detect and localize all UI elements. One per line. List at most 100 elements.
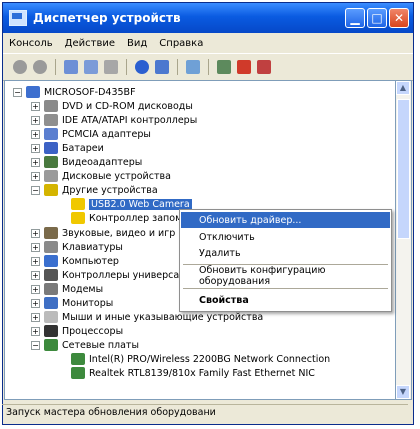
status-text: Запуск мастера обновления оборудовани bbox=[6, 407, 216, 418]
keyboard-icon bbox=[44, 241, 58, 253]
tree-device[interactable]: Контроллер запом bbox=[71, 211, 182, 225]
collapse-icon[interactable]: − bbox=[31, 340, 40, 350]
expand-icon[interactable]: + bbox=[31, 101, 40, 111]
tree-category[interactable]: + Модемы bbox=[31, 282, 103, 296]
help-icon[interactable] bbox=[135, 60, 149, 74]
expand-icon[interactable]: + bbox=[31, 242, 40, 252]
menu-uninstall[interactable]: Удалить bbox=[181, 245, 390, 261]
tree-category[interactable]: + IDE ATA/ATAPI контроллеры bbox=[31, 113, 197, 127]
menu-scan-hardware[interactable]: Обновить конфигурацию оборудования bbox=[181, 265, 390, 287]
tree-item-label: Другие устройства bbox=[62, 184, 158, 196]
toolbar-separator bbox=[208, 59, 209, 75]
tree-category[interactable]: + Мониторы bbox=[31, 296, 113, 310]
disk-drive-icon bbox=[44, 170, 58, 182]
toolbar-separator bbox=[126, 59, 127, 75]
tree-item-label: Intel(R) PRO/Wireless 2200BG Network Con… bbox=[89, 353, 331, 365]
processor-icon bbox=[44, 325, 58, 337]
network-icon bbox=[44, 339, 58, 351]
tree-category[interactable]: + Процессоры bbox=[31, 324, 123, 338]
expand-icon[interactable]: + bbox=[31, 129, 40, 139]
tree-item-label: Батареи bbox=[62, 142, 104, 154]
title-bar[interactable]: Диспетчер устройств ▁ □ ✕ bbox=[3, 3, 413, 33]
tree-root[interactable]: − MICROSOF-D435BF bbox=[13, 85, 136, 99]
scroll-up-button[interactable]: ▲ bbox=[396, 81, 410, 95]
tree-category[interactable]: + Видеоадаптеры bbox=[31, 155, 142, 169]
minimize-button[interactable]: ▁ bbox=[345, 8, 365, 28]
tree-item-label: Дисковые устройства bbox=[62, 170, 171, 182]
scan-hardware-icon[interactable] bbox=[186, 60, 200, 74]
computer-icon bbox=[44, 255, 58, 267]
forward-icon[interactable] bbox=[33, 60, 47, 74]
tree-device[interactable]: USB2.0 Web Camera bbox=[71, 197, 192, 211]
menu-view[interactable]: Вид bbox=[127, 38, 147, 49]
collapse-icon[interactable]: − bbox=[31, 185, 40, 195]
expand-icon[interactable]: + bbox=[31, 115, 40, 125]
expand-icon[interactable]: + bbox=[31, 256, 40, 266]
modem-icon bbox=[44, 283, 58, 295]
scroll-down-button[interactable]: ▼ bbox=[396, 385, 410, 399]
tree-category[interactable]: + Мыши и иные указывающие устройства bbox=[31, 310, 263, 324]
context-menu: Обновить драйвер... Отключить Удалить Об… bbox=[179, 209, 392, 312]
unknown-device-icon bbox=[44, 184, 58, 196]
tree-device[interactable]: Realtek RTL8139/810x Family Fast Etherne… bbox=[71, 366, 315, 380]
properties-icon[interactable] bbox=[84, 60, 98, 74]
expand-icon[interactable]: + bbox=[31, 298, 40, 308]
tree-category[interactable]: − Сетевые платы bbox=[31, 338, 139, 352]
maximize-button[interactable]: □ bbox=[367, 8, 387, 28]
collapse-icon[interactable]: − bbox=[13, 87, 22, 97]
tree-item-label: Видеоадаптеры bbox=[62, 156, 143, 168]
view-icon[interactable] bbox=[155, 60, 169, 74]
expand-icon[interactable]: + bbox=[31, 326, 40, 336]
menu-help[interactable]: Справка bbox=[159, 38, 203, 49]
toolbar bbox=[3, 53, 413, 81]
uninstall-icon[interactable] bbox=[237, 60, 251, 74]
expand-icon[interactable]: + bbox=[31, 143, 40, 153]
menu-console[interactable]: Консоль bbox=[9, 38, 53, 49]
expand-icon[interactable]: + bbox=[31, 228, 40, 238]
network-card-icon bbox=[71, 353, 85, 365]
tree-category[interactable]: + Клавиатуры bbox=[31, 240, 123, 254]
disable-icon[interactable] bbox=[257, 60, 271, 74]
toolbar-separator bbox=[55, 59, 56, 75]
expand-icon[interactable]: + bbox=[31, 270, 40, 280]
tree-item-label: PCMCIA адаптеры bbox=[62, 128, 151, 140]
menu-update-driver[interactable]: Обновить драйвер... bbox=[181, 212, 390, 228]
expand-icon[interactable]: + bbox=[31, 157, 40, 167]
back-icon[interactable] bbox=[13, 60, 27, 74]
device-manager-icon bbox=[9, 10, 27, 26]
maximize-icon: □ bbox=[371, 11, 383, 25]
tree-category[interactable]: + Батареи bbox=[31, 141, 104, 155]
tree-item-label: Realtek RTL8139/810x Family Fast Etherne… bbox=[89, 367, 315, 379]
tree-item-label: USB2.0 Web Camera bbox=[89, 198, 192, 210]
menu-disable[interactable]: Отключить bbox=[181, 229, 390, 245]
expand-icon[interactable]: + bbox=[31, 312, 40, 322]
mouse-icon bbox=[44, 311, 58, 323]
tree-item-label: IDE ATA/ATAPI контроллеры bbox=[62, 114, 198, 126]
menu-action[interactable]: Действие bbox=[65, 38, 115, 49]
tree-root-label: MICROSOF-D435BF bbox=[44, 86, 136, 98]
scroll-thumb[interactable] bbox=[397, 99, 410, 239]
tree-item-label: Модемы bbox=[62, 283, 104, 295]
tree-item-label: Сетевые платы bbox=[62, 339, 139, 351]
battery-icon bbox=[44, 142, 58, 154]
tree-category[interactable]: + Компьютер bbox=[31, 254, 119, 268]
tree-category[interactable]: + Дисковые устройства bbox=[31, 169, 171, 183]
tree-item-label: Контроллеры универса bbox=[62, 269, 180, 281]
close-icon: ✕ bbox=[393, 11, 405, 25]
toolbar-separator bbox=[177, 59, 178, 75]
console-tree-icon[interactable] bbox=[64, 60, 78, 74]
menu-properties[interactable]: Свойства bbox=[181, 292, 390, 308]
tree-category[interactable]: + DVD и CD-ROM дисководы bbox=[31, 99, 193, 113]
tree-device[interactable]: Intel(R) PRO/Wireless 2200BG Network Con… bbox=[71, 352, 330, 366]
tree-category[interactable]: + Контроллеры универса bbox=[31, 268, 179, 282]
tree-item-label: Мыши и иные указывающие устройства bbox=[62, 311, 264, 323]
expand-icon[interactable]: + bbox=[31, 171, 40, 181]
expand-icon[interactable]: + bbox=[31, 284, 40, 294]
print-icon[interactable] bbox=[104, 60, 118, 74]
close-button[interactable]: ✕ bbox=[389, 8, 409, 28]
update-driver-icon[interactable] bbox=[217, 60, 231, 74]
vertical-scrollbar[interactable]: ▲ ▼ bbox=[396, 80, 412, 400]
tree-category[interactable]: + PCMCIA адаптеры bbox=[31, 127, 151, 141]
tree-category[interactable]: − Другие устройства bbox=[31, 183, 158, 197]
tree-category[interactable]: + Звуковые, видео и игр bbox=[31, 226, 175, 240]
